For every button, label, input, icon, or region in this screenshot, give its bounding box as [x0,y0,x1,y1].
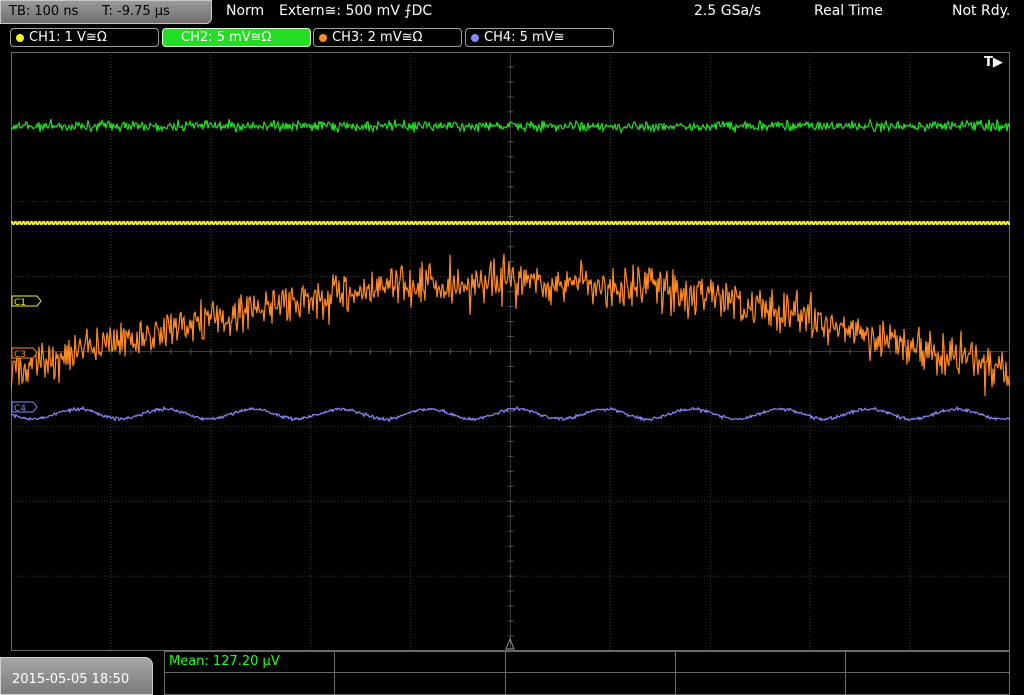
sample-rate: 2.5 GSa/s [694,3,762,19]
trigger-offset-readout: T: -9.75 µs [102,4,170,19]
ch1-color-dot [16,34,24,42]
measurement-table [164,651,1010,695]
channel-bar: CH1: 1 V≅Ω CH2: 5 mV≅Ω CH3: 2 mV≅Ω CH4: … [0,24,1024,50]
ch2-color-dot [168,34,176,42]
channel-tab-ch3[interactable]: CH3: 2 mV≅Ω [313,28,462,47]
ch4-ground-marker[interactable]: C4 [11,401,38,414]
measurement-mean: Mean: 127.20 µV [169,654,280,669]
trigger-position-marker: T▶ [984,55,1003,70]
top-status-bar: TB: 100 ns T: -9.75 µs Norm Extern≅: 500… [0,0,1024,24]
ch4-marker-label: C4 [14,404,26,414]
graticule-grid [10,51,1011,652]
ch3-ground-marker[interactable]: C3 [11,347,38,360]
trigger-mode[interactable]: Norm [226,3,264,19]
timebase-readout: TB: 100 ns [9,4,79,19]
waveform-display[interactable]: T▶ C1 C3 C4 [10,51,1011,652]
channel-tab-label: CH1: 1 V≅Ω [29,30,107,45]
ch1-marker-label: C1 [14,298,26,308]
acquisition-status: Not Rdy. [952,3,1011,19]
acquisition-mode: Real Time [814,3,883,19]
channel-tab-label: CH3: 2 mV≅Ω [332,30,423,45]
ch4-color-dot [471,34,479,42]
ch1-trace [11,221,1010,225]
trigger-source[interactable]: Extern≅: 500 mV ⨍DC [279,3,432,19]
bottom-bar: 2015-05-05 18:50 [0,651,1024,695]
channel-tab-ch4[interactable]: CH4: 5 mV≅ [465,28,614,47]
timebase-box[interactable]: TB: 100 ns T: -9.75 µs [0,0,212,24]
waveform-canvas: T▶ C1 C3 C4 [10,51,1011,652]
channel-tab-label: CH4: 5 mV≅ [484,30,565,45]
channel-tab-ch2[interactable]: CH2: 5 mV≅Ω [162,28,311,47]
ch3-marker-label: C3 [14,350,26,360]
channel-tab-ch1[interactable]: CH1: 1 V≅Ω [10,28,159,47]
ch3-color-dot [319,34,327,42]
channel-tab-label: CH2: 5 mV≅Ω [181,30,272,45]
ch1-ground-marker[interactable]: C1 [11,295,42,308]
